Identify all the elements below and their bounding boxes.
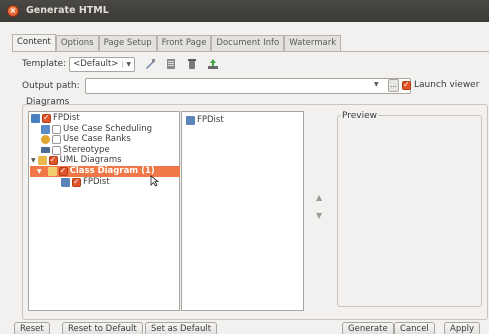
list-item-label: FPDist [197,115,224,125]
selected-diagrams-list[interactable]: FPDist [181,111,304,311]
tree-node-label: Use Case Ranks [63,134,131,144]
output-path-input[interactable] [85,78,411,94]
launch-viewer-label: Launch viewer [414,80,480,90]
edit-template-icon[interactable] [144,58,156,70]
tree-node-label: Class Diagram (1) [69,166,155,176]
tree-node-stereotype[interactable]: Stereotype [41,145,110,155]
apply-button[interactable]: Apply [444,322,480,334]
preview-label: Preview [341,111,379,121]
tree-node-class-diagram[interactable]: ▼ Class Diagram (1) [37,166,155,177]
browse-button[interactable]: ... [388,79,399,92]
expander-icon[interactable]: ▼ [31,157,36,164]
output-row: Output path: ▼ ... Launch viewer [22,78,488,94]
tree-checkbox[interactable] [58,166,68,176]
tree-checkbox[interactable] [52,134,61,144]
title-bar: × Generate HTML [0,0,489,22]
tree-checkbox[interactable] [52,145,61,155]
folder-icon [37,155,47,165]
tree-node-label: FPDist [83,177,110,187]
template-settings-icon[interactable] [165,58,177,70]
tab-bar: Content Options Page Setup Front Page Do… [12,34,342,52]
chevron-down-icon: ▼ [122,60,131,68]
tree-checkbox[interactable] [52,124,61,134]
stereotype-icon [41,147,50,153]
tree-node-use-case-ranks[interactable]: Use Case Ranks [41,134,131,144]
move-up-icon[interactable]: ▲ [316,193,326,211]
template-row: Template: <Default> ▼ [22,56,219,72]
tree-node-label: Use Case Scheduling [63,124,153,134]
cancel-button[interactable]: Cancel [394,322,435,334]
rank-icon [41,134,50,144]
diagrams-label: Diagrams [26,97,70,107]
tree-checkbox[interactable] [72,177,81,187]
tree-node-label: FPDist [53,113,80,123]
tab-page-setup[interactable]: Page Setup [98,35,157,52]
tab-content[interactable]: Content [12,34,56,52]
window-title: Generate HTML [26,5,109,16]
tab-document-info[interactable]: Document Info [211,35,285,52]
tree-node-label: Stereotype [63,145,110,155]
reset-button[interactable]: Reset [14,322,50,334]
launch-viewer-option: Launch viewer [402,80,479,90]
model-icon [41,124,50,134]
tree-node-use-case-scheduling[interactable]: Use Case Scheduling [41,124,152,134]
launch-viewer-checkbox[interactable] [402,80,411,90]
folder-icon [47,166,57,176]
set-as-default-button[interactable]: Set as Default [145,322,218,334]
tree-node-label: UML Diagrams [59,155,122,165]
preview-pane [337,115,482,307]
tree-checkbox[interactable] [48,155,58,165]
template-label: Template: [22,59,67,69]
expander-icon[interactable]: ▼ [37,168,42,175]
template-value: <Default> [73,59,119,69]
tree-node-uml-diagrams[interactable]: ▼ UML Diagrams [31,155,122,166]
project-icon [31,113,40,123]
class-diagram-icon [186,115,195,125]
class-diagram-icon [61,177,70,187]
output-path-label: Output path: [22,81,80,91]
export-template-icon[interactable] [207,58,219,70]
generate-button[interactable]: Generate [342,322,394,334]
chevron-down-icon[interactable]: ▼ [374,81,379,88]
reset-to-default-button[interactable]: Reset to Default [62,322,143,334]
list-item[interactable]: FPDist [186,115,224,125]
delete-template-icon[interactable] [186,58,198,70]
tree-checkbox[interactable] [42,113,51,123]
template-select[interactable]: <Default> ▼ [69,56,136,72]
tree-node-fpdist[interactable]: FPDist [31,113,80,123]
tab-watermark[interactable]: Watermark [284,35,342,52]
diagram-tree[interactable]: FPDist Use Case Scheduling Use Case Rank… [28,111,180,311]
tab-front-page[interactable]: Front Page [156,35,212,52]
close-icon[interactable]: × [7,5,19,17]
tree-node-fpdist-diagram[interactable]: FPDist [61,177,110,187]
reorder-controls: ▲ ▼ [316,193,326,229]
tab-options[interactable]: Options [55,35,99,52]
tab-divider [12,51,489,52]
move-down-icon[interactable]: ▼ [316,211,326,229]
mouse-cursor-icon [150,175,159,187]
